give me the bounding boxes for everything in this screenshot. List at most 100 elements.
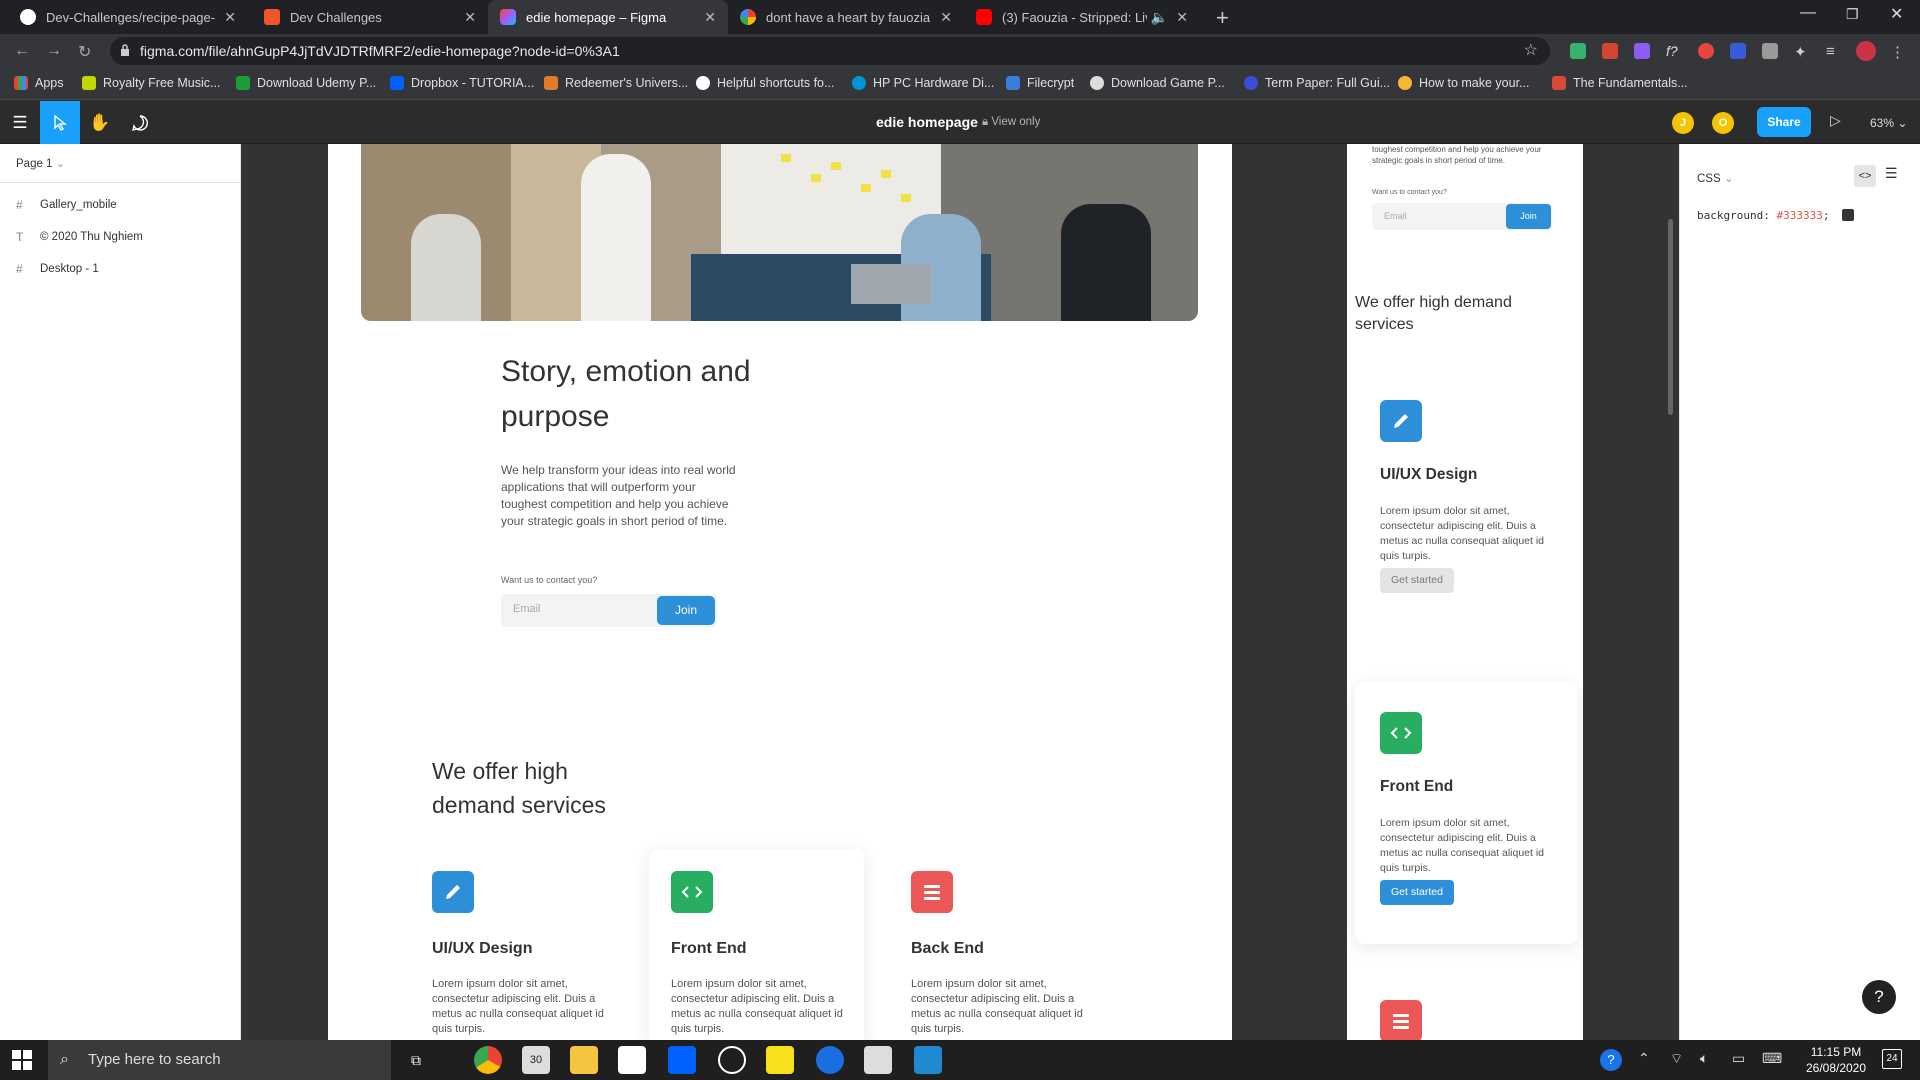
bookmark-icon <box>1552 76 1566 90</box>
bookmark-item[interactable]: HP PC Hardware Di... <box>852 76 994 90</box>
avatar[interactable]: O <box>1712 112 1734 134</box>
zoom-dropdown[interactable]: 63% ⌄ <box>1870 116 1907 130</box>
share-button[interactable]: Share <box>1757 107 1811 137</box>
chevron-up-icon[interactable]: ⌃ <box>1638 1050 1650 1067</box>
close-icon[interactable]: ✕ <box>1176 9 1188 26</box>
help-button[interactable]: ? <box>1862 980 1896 1014</box>
network-icon[interactable]: ⌔ <box>1670 1050 1683 1068</box>
apps-grid-icon <box>14 76 28 90</box>
browser-tab[interactable]: dont have a heart by fauozia mp ✕ <box>728 0 964 34</box>
page-name: Page 1 <box>16 158 53 170</box>
frame-icon: # <box>16 262 23 276</box>
back-icon[interactable]: ← <box>14 42 30 60</box>
minimize-icon[interactable]: — <box>1800 4 1816 22</box>
canvas[interactable]: Story, emotion and purpose We help trans… <box>241 144 1679 1040</box>
browser-tab-active[interactable]: edie homepage – Figma ✕ <box>488 0 728 34</box>
join-button[interactable]: Join <box>1506 204 1551 229</box>
devchallenges-icon <box>264 9 280 25</box>
code-view-icon[interactable]: <> <box>1854 165 1876 187</box>
present-play-icon[interactable]: ▷ <box>1830 112 1841 129</box>
close-icon[interactable]: ✕ <box>464 9 476 26</box>
bookmark-star-icon[interactable]: ☆ <box>1524 37 1538 65</box>
code-language-selector[interactable]: CSS ⌄ <box>1697 171 1734 185</box>
reload-icon[interactable]: ↻ <box>78 42 91 62</box>
sticky-notes-icon[interactable] <box>766 1046 794 1074</box>
profile-avatar[interactable] <box>1856 41 1876 61</box>
bookmark-item[interactable]: Royalty Free Music... <box>82 76 220 90</box>
extension-icon[interactable] <box>1570 43 1586 59</box>
vscode-icon[interactable] <box>914 1046 942 1074</box>
get-started-button[interactable]: Get started <box>1380 880 1454 905</box>
photos-icon[interactable] <box>864 1046 892 1074</box>
service-name: Front End <box>671 940 747 957</box>
close-window-icon[interactable]: ✕ <box>1890 4 1903 24</box>
extension-icon[interactable] <box>1602 43 1618 59</box>
hand-tool-icon[interactable]: ✋ <box>80 101 120 144</box>
bookmark-item[interactable]: Download Udemy P... <box>236 76 376 90</box>
close-icon[interactable]: ✕ <box>224 9 236 26</box>
browser-tab[interactable]: Dev Challenges ✕ <box>252 0 488 34</box>
email-field[interactable]: Email Join <box>501 594 717 627</box>
url-input[interactable]: figma.com/file/ahnGupP4JjTdVJDTRfMRF2/ed… <box>110 37 1550 65</box>
mail-icon[interactable]: 30 <box>522 1046 550 1074</box>
bookmark-item[interactable]: Filecrypt <box>1006 76 1074 90</box>
function-icon[interactable]: f? <box>1666 43 1682 59</box>
bookmark-item[interactable]: Redeemer's Univers... <box>544 76 688 90</box>
avatar[interactable]: J <box>1672 112 1694 134</box>
comment-tool-icon[interactable] <box>120 101 160 144</box>
notifications-icon[interactable]: 24 <box>1882 1049 1902 1069</box>
get-started-button[interactable]: Get started <box>1380 568 1454 593</box>
volume-icon[interactable]: 🔈︎ <box>1700 1050 1708 1067</box>
bookmark-item[interactable]: Term Paper: Full Gui... <box>1244 76 1390 90</box>
reading-list-icon[interactable]: ≡ <box>1826 43 1842 60</box>
firefox-icon[interactable] <box>816 1046 844 1074</box>
help-tray-icon[interactable]: ? <box>1600 1049 1622 1071</box>
main-menu-icon[interactable]: ☰ <box>0 101 40 144</box>
layer-item[interactable]: # Desktop - 1 <box>16 262 99 276</box>
file-title[interactable]: edie homepage <box>876 114 978 130</box>
layer-item[interactable]: # Gallery_mobile <box>16 198 117 212</box>
move-tool-icon[interactable] <box>40 101 80 144</box>
canvas-scrollbar[interactable] <box>1668 219 1673 415</box>
dropbox-icon[interactable] <box>668 1046 696 1074</box>
browser-tab[interactable]: Dev-Challenges/recipe-page-ma ✕ <box>8 0 248 34</box>
extension-icon[interactable] <box>1730 43 1746 59</box>
bookmark-item[interactable]: The Fundamentals... <box>1552 76 1688 90</box>
browser-tab[interactable]: (3) Faouzia - Stripped: Live In 🔈 ✕ <box>964 0 1200 34</box>
page-selector[interactable]: Page 1 ⌄ <box>16 156 65 170</box>
keyboard-icon[interactable]: ⌨ <box>1762 1050 1782 1067</box>
bookmark-item[interactable]: How to make your... <box>1398 76 1529 90</box>
windows-start-icon[interactable] <box>12 1050 32 1070</box>
bookmark-item[interactable]: Dropbox - TUTORIA... <box>390 76 534 90</box>
new-tab-icon[interactable]: + <box>1216 5 1229 31</box>
join-button[interactable]: Join <box>657 596 715 625</box>
email-field[interactable]: Email Join <box>1372 203 1552 230</box>
battery-icon[interactable]: ▭ <box>1732 1050 1745 1067</box>
chrome-icon[interactable] <box>474 1046 502 1074</box>
mute-icon[interactable]: 🔈 <box>1151 9 1168 26</box>
bookmark-item[interactable]: Helpful shortcuts fo... <box>696 76 834 90</box>
windows-search-input[interactable]: ⌕ Type here to search <box>48 1040 391 1080</box>
bookmark-item[interactable]: Download Game P... <box>1090 76 1225 90</box>
service-card-uiux: UI/UX Design Lorem ipsum dolor sit amet,… <box>410 849 625 1040</box>
desktop-frame[interactable]: Story, emotion and purpose We help trans… <box>328 144 1232 1040</box>
bookmark-apps[interactable]: Apps <box>14 76 64 90</box>
task-view-icon[interactable]: ⧉ <box>402 1046 430 1074</box>
system-clock[interactable]: 11:15 PM 26/08/2020 <box>1802 1044 1870 1076</box>
restore-icon[interactable]: ❐ <box>1846 6 1859 23</box>
extension-icon[interactable] <box>1698 43 1714 59</box>
close-icon[interactable]: ✕ <box>940 9 952 26</box>
list-view-icon[interactable]: ☰ <box>1885 165 1898 182</box>
file-explorer-icon[interactable] <box>570 1046 598 1074</box>
pencil-icon <box>432 871 474 913</box>
layer-item[interactable]: T © 2020 Thu Nghiem <box>16 230 143 244</box>
store-icon[interactable] <box>618 1046 646 1074</box>
menu-dots-icon[interactable]: ⋮ <box>1890 43 1906 61</box>
close-icon[interactable]: ✕ <box>704 9 716 26</box>
app-icon[interactable] <box>718 1046 746 1074</box>
gallery-mobile-frame[interactable]: toughest competition and help you achiev… <box>1347 144 1583 1040</box>
extension-icon[interactable] <box>1762 43 1778 59</box>
extension-icon[interactable] <box>1634 43 1650 59</box>
puzzle-icon[interactable]: ✦ <box>1794 43 1810 61</box>
forward-icon[interactable]: → <box>46 42 62 60</box>
